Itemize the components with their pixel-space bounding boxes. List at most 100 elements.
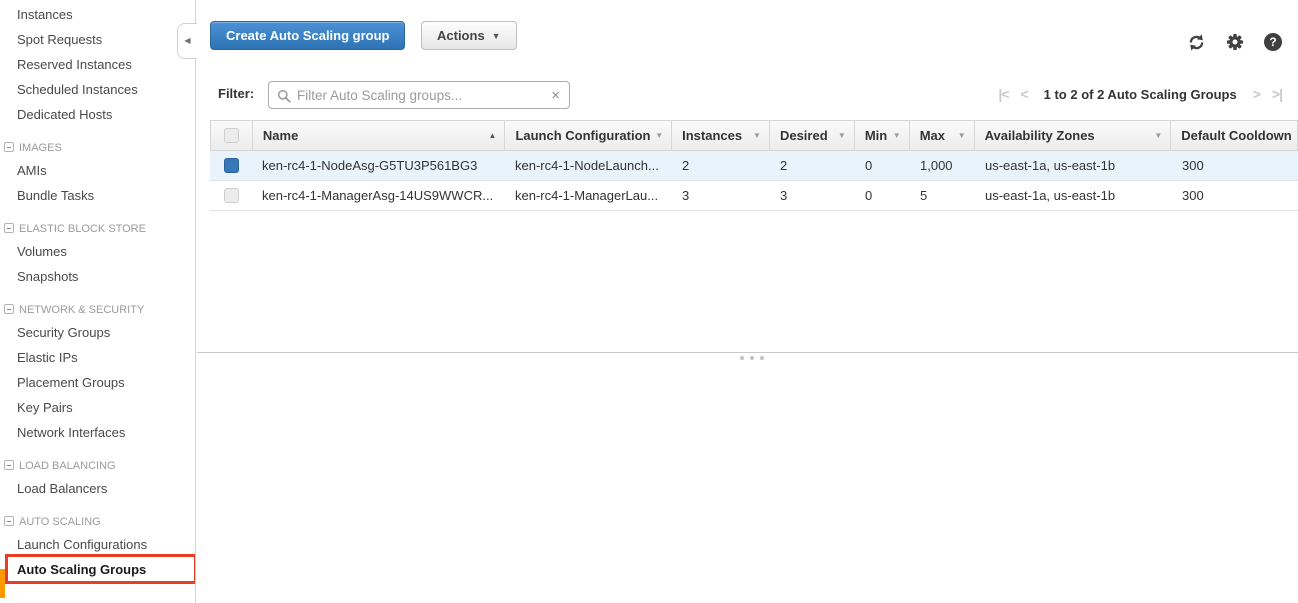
column-header-instances[interactable]: Instances ▼ [672, 121, 770, 150]
caret-down-icon: ▼ [492, 23, 501, 50]
sidebar-item[interactable]: AUTO SCALING [0, 512, 195, 532]
sidebar-item[interactable]: Launch Configurations [0, 532, 195, 557]
sidebar-item[interactable]: ELASTIC BLOCK STORE [0, 219, 195, 239]
cell-min: 0 [855, 151, 910, 180]
column-header-max[interactable]: Max ▼ [910, 121, 975, 150]
sidebar-item[interactable]: Placement Groups [0, 370, 195, 395]
select-all-checkbox[interactable] [224, 128, 239, 143]
sidebar-item[interactable]: Network Interfaces [0, 420, 195, 445]
column-header-min[interactable]: Min ▼ [855, 121, 910, 150]
sidebar-item[interactable]: Snapshots [0, 264, 195, 289]
sidebar-item-label: Scheduled Instances [17, 82, 138, 97]
sidebar-item-label: IMAGES [19, 142, 62, 154]
column-header-availability-zones[interactable]: Availability Zones ▼ [975, 121, 1172, 150]
sidebar-item-label: Spot Requests [17, 32, 102, 47]
settings-gear-icon[interactable] [1226, 33, 1244, 51]
sort-desc-icon: ▼ [893, 121, 901, 150]
cell-max: 1,000 [910, 151, 975, 180]
help-icon[interactable]: ? [1264, 33, 1282, 51]
sidebar-item-label: Dedicated Hosts [17, 107, 112, 122]
sidebar-item-label: Load Balancers [17, 481, 107, 496]
sidebar-item-label: Auto Scaling Groups [17, 562, 146, 577]
sidebar-item[interactable]: Spot Requests [0, 27, 195, 52]
table-body: ken-rc4-1-NodeAsg-G5TU3P561BG3 ken-rc4-1… [210, 151, 1298, 211]
sidebar-item[interactable]: Dedicated Hosts [0, 102, 195, 127]
sidebar-item-label: AUTO SCALING [19, 516, 101, 528]
row-checkbox-cell [210, 181, 252, 210]
table-header-row: Name ▲ Launch Configuration ▼ Instances … [210, 120, 1298, 151]
sidebar-item[interactable]: Volumes [0, 239, 195, 264]
select-all-cell [211, 121, 253, 150]
sort-desc-icon: ▼ [838, 121, 846, 150]
cell-desired: 3 [770, 181, 855, 210]
sidebar-item[interactable]: Instances [0, 2, 195, 27]
sidebar-collapse-tab[interactable]: ◀ [177, 23, 197, 59]
filter-input[interactable] [295, 83, 541, 107]
sidebar-item[interactable]: IMAGES [0, 138, 195, 158]
sidebar-item[interactable]: Auto Scaling Groups [0, 557, 195, 582]
sidebar-item[interactable]: Key Pairs [0, 395, 195, 420]
cell-default-cooldown: 300 [1172, 181, 1298, 210]
sidebar-item-label: Snapshots [17, 269, 78, 284]
refresh-icon[interactable] [1187, 34, 1206, 51]
sidebar-item-label: Elastic IPs [17, 350, 78, 365]
pagination: |< < 1 to 2 of 2 Auto Scaling Groups > >… [998, 80, 1282, 108]
sort-desc-icon: ▼ [1154, 121, 1162, 150]
sidebar-item-label: Bundle Tasks [17, 188, 94, 203]
sidebar-item-label: Volumes [17, 244, 67, 259]
section-collapse-minus-icon [4, 460, 14, 470]
cell-max: 5 [910, 181, 975, 210]
pagination-prev-icon[interactable]: < [1020, 86, 1027, 102]
filter-row: Filter: × |< < 1 to 2 of 2 Auto Scaling … [210, 80, 1284, 110]
nav-highlight-accent-bar [0, 569, 5, 598]
column-header-name[interactable]: Name ▲ [253, 121, 506, 150]
toolbar-icons: ? [1187, 33, 1282, 51]
clear-filter-icon[interactable]: × [551, 86, 560, 106]
cell-launch-configuration: ken-rc4-1-NodeLaunch... [505, 151, 672, 180]
column-header-desired[interactable]: Desired ▼ [770, 121, 855, 150]
sidebar-item-label: Instances [17, 7, 73, 22]
table-row[interactable]: ken-rc4-1-ManagerAsg-14US9WWCR... ken-rc… [210, 181, 1298, 211]
cell-instances: 3 [672, 181, 770, 210]
sidebar-item-label: Network Interfaces [17, 425, 125, 440]
sidebar-item[interactable]: Bundle Tasks [0, 183, 195, 208]
row-checkbox[interactable] [224, 158, 239, 173]
cell-availability-zones: us-east-1a, us-east-1b [975, 151, 1172, 180]
collapse-left-icon: ◀ [184, 37, 190, 45]
detail-panel: Auto Scaling Group: ken-rc4-1-NodeAsg-G5… [197, 353, 1298, 603]
sidebar-item[interactable]: AMIs [0, 158, 195, 183]
sidebar-item-label: Reserved Instances [17, 57, 132, 72]
column-header-launch-configuration[interactable]: Launch Configuration ▼ [505, 121, 672, 150]
table-row[interactable]: ken-rc4-1-NodeAsg-G5TU3P561BG3 ken-rc4-1… [210, 151, 1298, 181]
section-collapse-minus-icon [4, 223, 14, 233]
sidebar-item[interactable]: Reserved Instances [0, 52, 195, 77]
sidebar-item[interactable]: Scheduled Instances [0, 77, 195, 102]
actions-button-label: Actions [437, 28, 485, 43]
row-checkbox[interactable] [224, 188, 239, 203]
cell-name: ken-rc4-1-ManagerAsg-14US9WWCR... [252, 181, 505, 210]
sidebar-item-label: Launch Configurations [17, 537, 147, 552]
filter-label: Filter: [218, 80, 254, 108]
cell-default-cooldown: 300 [1172, 151, 1298, 180]
cell-availability-zones: us-east-1a, us-east-1b [975, 181, 1172, 210]
pagination-first-icon[interactable]: |< [998, 86, 1008, 102]
sidebar-item[interactable]: Elastic IPs [0, 345, 195, 370]
sidebar-item-label: ELASTIC BLOCK STORE [19, 223, 146, 235]
cell-name: ken-rc4-1-NodeAsg-G5TU3P561BG3 [252, 151, 505, 180]
section-collapse-minus-icon [4, 516, 14, 526]
cell-instances: 2 [672, 151, 770, 180]
search-icon [277, 89, 291, 103]
sidebar-item-label: Placement Groups [17, 375, 125, 390]
sidebar-nav: Instances Spot Requests Reserved Instanc… [0, 0, 196, 603]
actions-button[interactable]: Actions ▼ [421, 21, 517, 50]
column-header-default-cooldown[interactable]: Default Cooldown [1171, 121, 1297, 150]
sidebar-item[interactable]: NETWORK & SECURITY [0, 300, 195, 320]
sidebar-item[interactable]: Security Groups [0, 320, 195, 345]
create-auto-scaling-group-button[interactable]: Create Auto Scaling group [210, 21, 405, 50]
sidebar-item-label: AMIs [17, 163, 47, 178]
pagination-last-icon[interactable]: >| [1272, 86, 1282, 102]
cell-min: 0 [855, 181, 910, 210]
sidebar-item[interactable]: LOAD BALANCING [0, 456, 195, 476]
sidebar-item[interactable]: Load Balancers [0, 476, 195, 501]
pagination-next-icon[interactable]: > [1253, 86, 1260, 102]
